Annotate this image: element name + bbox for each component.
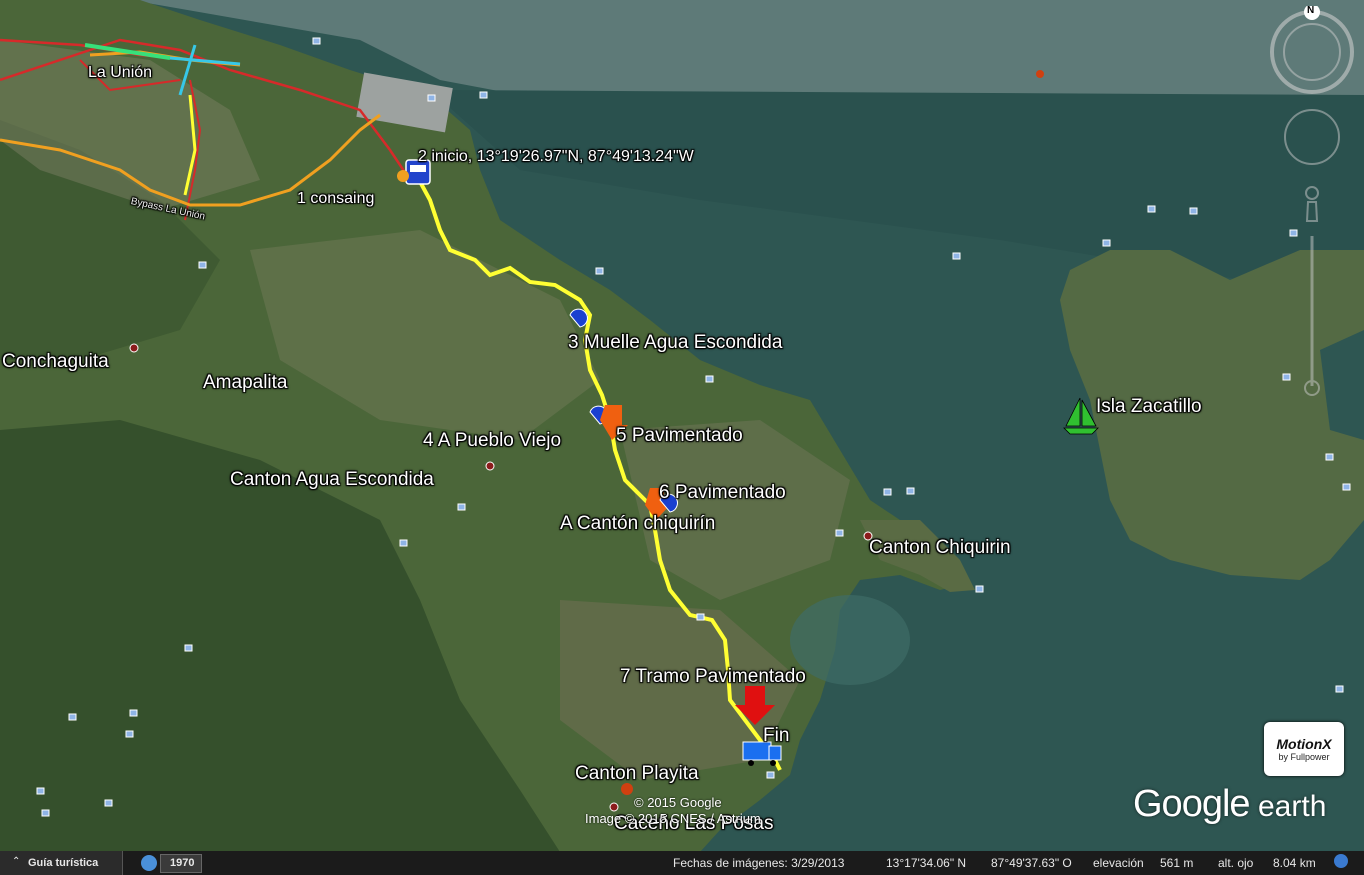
label-route-6b[interactable]: A Cantón chiquirín — [560, 513, 715, 535]
elevation-label: elevación — [1093, 856, 1144, 870]
status-bar: ⌃ Guía turística 1970 Fechas de imágenes… — [0, 851, 1364, 875]
elevation-value: 561 m — [1160, 856, 1194, 870]
place-dot-agua-escondida[interactable] — [485, 461, 495, 471]
year-label: 1970 — [170, 857, 195, 869]
place-dot-playita[interactable] — [609, 802, 619, 812]
label-route-6[interactable]: 6 Pavimentado — [659, 482, 786, 504]
label-amapalita[interactable]: Amapalita — [203, 372, 288, 394]
google-earth-logo: Google earth — [1133, 783, 1326, 826]
latitude: 13°17'34.06" N — [886, 856, 967, 870]
motionx-logo: MotionX by Fullpower — [1264, 722, 1344, 776]
copyright-google: © 2015 Google — [634, 795, 722, 810]
label-route-3[interactable]: 3 Muelle Agua Escondida — [568, 332, 782, 354]
look-joystick[interactable] — [1284, 109, 1340, 165]
copyright-imagery: Image © 2015 CNES / Astrium — [585, 811, 761, 826]
google-word: Google — [1133, 783, 1251, 825]
motionx-title: MotionX — [1276, 736, 1332, 752]
label-route-4[interactable]: 4 A Pueblo Viejo — [423, 430, 561, 452]
label-route-5[interactable]: 5 Pavimentado — [616, 425, 743, 447]
eye-alt-value: 8.04 km — [1273, 856, 1316, 870]
eye-alt-label: alt. ojo — [1218, 856, 1254, 870]
chevron-up-icon: ⌃ — [12, 856, 21, 867]
label-canton-agua-escondida[interactable]: Canton Agua Escondida — [230, 469, 434, 491]
tour-guide-button[interactable]: ⌃ Guía turística — [0, 851, 123, 875]
motionx-subtitle: by Fullpower — [1278, 752, 1330, 762]
longitude: 87°49'37.63" O — [991, 856, 1072, 870]
clock-icon[interactable] — [141, 855, 157, 871]
compass-north: N — [1307, 5, 1315, 16]
year-box[interactable]: 1970 — [160, 854, 202, 873]
label-canton-playita[interactable]: Canton Playita — [575, 763, 699, 785]
place-dot-conchaguita[interactable] — [129, 343, 139, 353]
imagery-date: Fechas de imágenes: 3/29/2013 — [673, 856, 845, 870]
status-indicator-icon — [1334, 854, 1348, 868]
consaing-marker[interactable] — [397, 170, 409, 182]
zoom-slider[interactable] — [1304, 186, 1320, 396]
label-route-fin[interactable]: Fin — [763, 725, 789, 747]
label-route-1[interactable]: 1 consaing — [297, 190, 374, 208]
compass-ring[interactable] — [1270, 4, 1354, 94]
label-canton-chiquirin[interactable]: Canton Chiquirin — [869, 537, 1011, 559]
tour-guide-label: Guía turística — [28, 857, 99, 869]
earth-word: earth — [1258, 790, 1327, 823]
poi-dot[interactable] — [1036, 70, 1044, 78]
label-route-7[interactable]: 7 Tramo Pavimentado — [620, 666, 806, 688]
label-isla-zacatillo[interactable]: Isla Zacatillo — [1096, 396, 1202, 418]
label-conchaguita[interactable]: Conchaguita — [2, 351, 109, 373]
label-route-2[interactable]: 2 inicio, 13°19'26.97"N, 87°49'13.24"W — [418, 148, 694, 166]
label-la-union[interactable]: La Unión — [88, 64, 152, 82]
navigation-controls[interactable]: N — [1270, 4, 1364, 411]
